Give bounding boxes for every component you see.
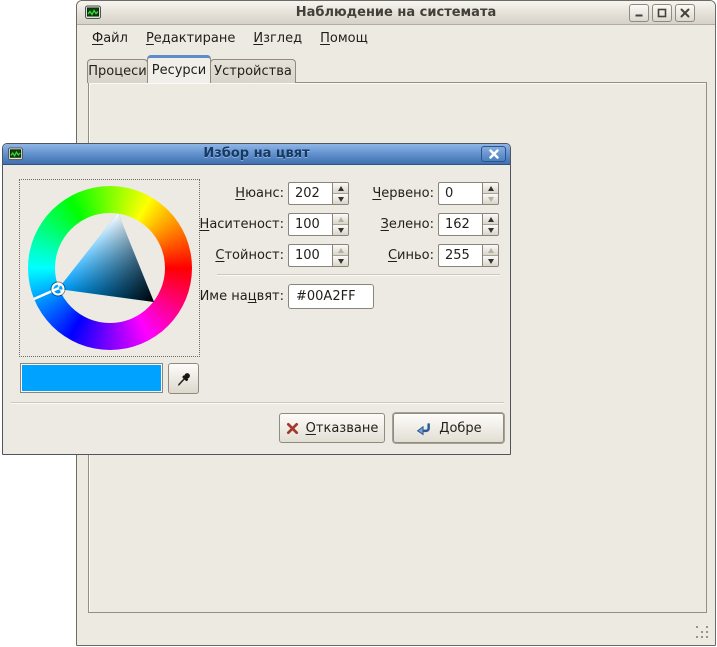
minimize-button[interactable]	[629, 4, 649, 22]
value-down[interactable]	[333, 255, 348, 266]
blue-down[interactable]	[483, 255, 498, 266]
green-down[interactable]	[483, 224, 498, 235]
tab-processes[interactable]: Процеси	[87, 59, 148, 83]
green-up[interactable]	[483, 214, 498, 224]
hue-down[interactable]	[333, 193, 348, 204]
statusbar	[77, 619, 715, 645]
red-up[interactable]	[483, 183, 498, 193]
eyedropper-button[interactable]	[168, 363, 199, 394]
color-picker-dialog: Избор на цвят	[2, 143, 511, 455]
value-label: Стойност:	[208, 244, 284, 267]
dialog-close-button[interactable]	[481, 146, 506, 162]
saturation-spinner[interactable]: 100	[288, 213, 349, 236]
color-name-label: Име на цвят:	[173, 285, 284, 308]
cancel-button[interactable]: Отказване	[279, 413, 385, 443]
blue-up[interactable]	[483, 245, 498, 255]
saturation-down[interactable]	[333, 224, 348, 235]
red-label: Червено:	[358, 182, 434, 205]
ok-return-icon	[415, 421, 432, 436]
blue-spinner[interactable]: 255	[438, 244, 499, 267]
menu-help[interactable]: Помощ	[311, 28, 377, 49]
menu-view[interactable]: Изглед	[244, 28, 311, 49]
saturation-label: Наситеност:	[208, 213, 284, 236]
selected-color-preview	[20, 363, 163, 393]
eyedropper-icon	[176, 371, 192, 387]
dialog-titlebar: Избор на цвят	[3, 144, 510, 165]
maximize-icon	[657, 8, 667, 18]
menu-edit[interactable]: Редактиране	[137, 28, 244, 49]
blue-label: Синьо:	[358, 244, 434, 267]
dialog-title: Избор на цвят	[3, 146, 510, 161]
resize-grip[interactable]	[696, 626, 709, 639]
color-wheel[interactable]	[19, 179, 200, 357]
fields-separator	[217, 274, 500, 276]
action-separator	[11, 402, 504, 404]
menubar: Файл Редактиране Изглед Помощ	[77, 26, 715, 51]
green-spinner[interactable]: 162	[438, 213, 499, 236]
close-button[interactable]	[675, 4, 695, 22]
close-icon	[489, 149, 499, 159]
red-down[interactable]	[483, 193, 498, 204]
sv-triangle[interactable]	[20, 180, 200, 356]
tab-devices[interactable]: Устройства	[210, 59, 296, 83]
green-label: Зелено:	[358, 213, 434, 236]
menu-file[interactable]: Файл	[83, 28, 137, 49]
system-monitor-icon	[85, 5, 101, 20]
hue-up[interactable]	[333, 183, 348, 193]
hue-label: Нюанс:	[208, 182, 284, 205]
main-titlebar: Наблюдение на системата	[77, 1, 715, 25]
minimize-icon	[634, 8, 644, 18]
saturation-up[interactable]	[333, 214, 348, 224]
window-title: Наблюдение на системата	[77, 5, 715, 20]
tab-resources[interactable]: Ресурси	[147, 55, 211, 83]
value-up[interactable]	[333, 245, 348, 255]
cancel-x-icon	[286, 422, 299, 435]
ok-button[interactable]: Добре	[393, 413, 504, 443]
value-spinner[interactable]: 100	[288, 244, 349, 267]
red-spinner[interactable]: 0	[438, 182, 499, 205]
maximize-button[interactable]	[652, 4, 672, 22]
close-icon	[680, 8, 690, 18]
hue-spinner[interactable]: 202	[288, 182, 349, 205]
color-name-input[interactable]: #00A2FF	[288, 284, 374, 309]
